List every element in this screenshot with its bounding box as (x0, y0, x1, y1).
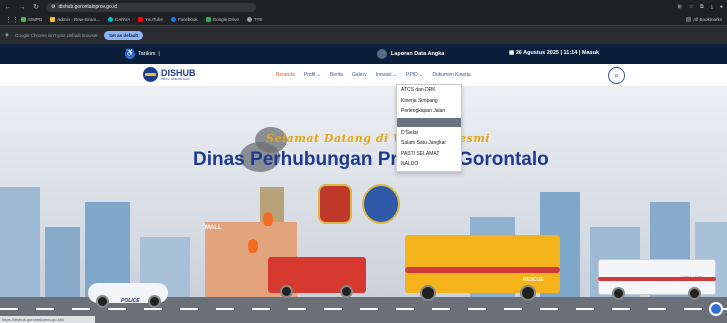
report-icon (377, 49, 387, 59)
menu-dokumen-kinerja[interactable]: Dokumen Kinerja (432, 72, 470, 78)
laporan-data-angka-link[interactable]: Laporan Data Angka (377, 49, 444, 59)
province-emblem-icon (318, 184, 352, 224)
datetime-text: 26 Agustus 2025 | 11:14 | Masuk (515, 50, 600, 56)
datetime-login[interactable]: ▦ 26 Agustus 2025 | 11:14 | Masuk (509, 50, 599, 56)
laporan-label: Laporan Data Angka (391, 51, 445, 57)
bookmark-simpd[interactable]: SIMPD (21, 17, 42, 22)
all-bookmarks[interactable]: All Bookmarks (686, 17, 722, 22)
download-icon[interactable]: ⤓ (711, 4, 713, 10)
site-info-icon[interactable]: ⚙ (51, 4, 55, 10)
bookmark-facebook[interactable]: Facebook (170, 17, 198, 22)
road-marking (0, 308, 727, 310)
bookmark-admin[interactable]: Admin - Rew-Siram... (50, 17, 100, 22)
fire-icon (263, 212, 273, 226)
dropdown-item-kinerja-simpang[interactable]: Kinerja Simpang (397, 96, 461, 107)
hero-headline: Dinas Perhubungan Provinsi Gorontalo (193, 149, 549, 170)
bookmark-youtube[interactable]: YouTube (138, 17, 163, 22)
rescue-truck-stripe (405, 267, 560, 273)
mall-sign: MALL (205, 225, 222, 231)
hero-banner: MALL Selamat Datang di Website Resmi Din… (0, 87, 727, 323)
star-icon[interactable]: ☆ (689, 4, 693, 10)
fire-icon (248, 239, 258, 253)
status-url: https://dishub.gorontaloprov.go.id/# (0, 316, 95, 323)
dropdown-item-dsielar[interactable]: D'Sielar (397, 128, 461, 139)
police-label: POLICE (121, 298, 140, 304)
rescue-label: RESCUE (523, 277, 544, 283)
bookmark-tte[interactable]: TTE (246, 17, 262, 22)
menu-ppid[interactable]: PPID ⌄ (406, 72, 423, 78)
dropdown-item-hovered[interactable] (397, 117, 461, 127)
menu-galery[interactable]: Galery (352, 72, 367, 78)
forward-icon[interactable]: → (18, 4, 26, 11)
globe-logo-icon (143, 67, 158, 82)
dropdown-item-pasti-selamat[interactable]: PASTI SELAMAT (397, 149, 461, 160)
address-url: dishub.gorontaloprov.go.id (58, 4, 118, 10)
dishub-logo[interactable]: DISHUB PROV. GORONTALO (143, 67, 196, 82)
default-browser-text: Google Chrome isn't your default browser (14, 32, 98, 38)
tts-label: Tarikim (138, 51, 156, 57)
site-navbar: DISHUB PROV. GORONTALO Beranda Profil ⌄ … (0, 64, 727, 87)
main-menu: Beranda Profil ⌄ Berita Galery Inovasi ⌄… (276, 72, 471, 78)
dropdown-item-naldo[interactable]: NALDO (397, 159, 461, 170)
accessibility-icon: ♿ (125, 49, 135, 59)
browser-actions: ⊞ ☆ ⧉ ⤓ ● (677, 4, 723, 10)
accessibility-fab-icon[interactable] (709, 302, 723, 316)
reload-icon[interactable]: ↻ (32, 3, 40, 11)
dishub-emblem-icon (362, 184, 400, 224)
calendar-icon: ▦ (509, 50, 515, 56)
bookmark-canva[interactable]: CANVA (108, 17, 130, 22)
translate-icon[interactable]: ⊞ (677, 4, 681, 10)
search-icon[interactable]: ⌕ (608, 67, 625, 84)
browser-toolbar: ← → ↻ ⚙ dishub.gorontaloprov.go.id ⊞ ☆ ⧉… (0, 0, 727, 14)
dropdown-item-salam-satu-jangkar[interactable]: Salam Satu Jangkar (397, 138, 461, 149)
menu-berita[interactable]: Berita (330, 72, 343, 78)
apps-icon[interactable]: ⋮⋮ (5, 16, 19, 24)
menu-profil[interactable]: Profil ⌄ (304, 72, 321, 78)
set-default-button[interactable]: Set as default (103, 30, 144, 40)
chrome-icon: ◉ (5, 32, 9, 37)
ambulance-label: AMBULANCE (680, 276, 703, 280)
dropdown-item-perlengkapan-jalan[interactable]: Perlengkapan Jalan (397, 106, 461, 117)
site-topbar: ♿ Tarikim | Laporan Data Angka ▦ 26 Agus… (0, 44, 727, 64)
building-illustration (45, 227, 80, 297)
address-bar[interactable]: ⚙ dishub.gorontaloprov.go.id (46, 2, 256, 12)
tts-control[interactable]: ♿ Tarikim | (125, 49, 160, 59)
bookmark-google-drive[interactable]: Google Drive (205, 17, 239, 22)
dropdown-item-atcs[interactable]: ATCS dan DRK (397, 85, 461, 96)
extensions-icon[interactable]: ⧉ (700, 4, 704, 10)
default-browser-infobar: ◉ Google Chrome isn't your default brows… (0, 26, 727, 44)
menu-inovasi[interactable]: Inovasi ⌄ (376, 72, 397, 78)
logo-subtitle: PROV. GORONTALO (161, 76, 190, 81)
building-illustration (0, 187, 40, 297)
inovasi-dropdown: ATCS dan DRK Kinerja Simpang Perlengkapa… (396, 84, 462, 172)
bookmarks-bar: ⋮⋮ SIMPD Admin - Rew-Siram... CANVA YouT… (0, 14, 727, 26)
menu-beranda[interactable]: Beranda (276, 72, 295, 78)
profile-icon[interactable]: ● (720, 4, 723, 10)
back-icon[interactable]: ← (4, 4, 12, 11)
